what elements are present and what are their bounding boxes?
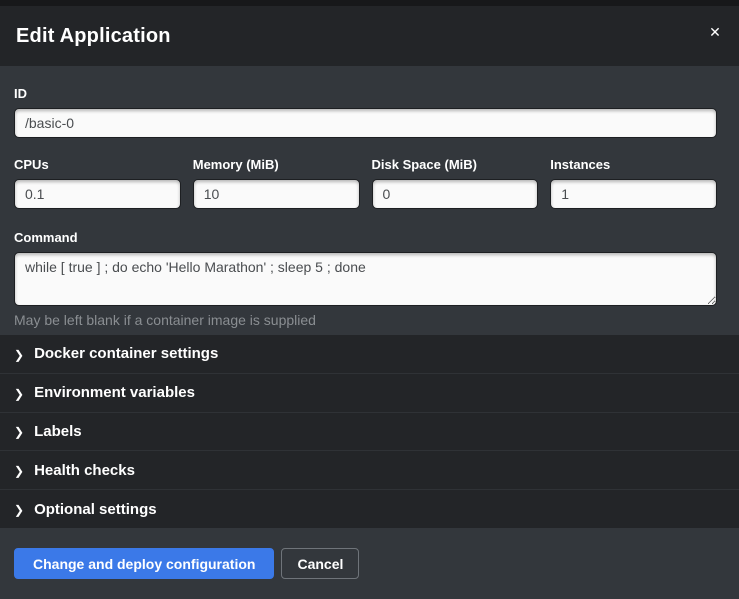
disk-field-group: Disk Space (MiB) <box>372 157 539 209</box>
section-label: Labels <box>34 423 82 440</box>
chevron-right-icon: ❯ <box>14 504 24 516</box>
command-label: Command <box>14 230 717 245</box>
section-environment-variables[interactable]: ❯ Environment variables <box>0 373 739 412</box>
memory-label: Memory (MiB) <box>193 157 360 172</box>
section-label: Optional settings <box>34 501 157 518</box>
command-field-group: Command while [ true ] ; do echo 'Hello … <box>14 230 717 328</box>
section-docker-container-settings[interactable]: ❯ Docker container settings <box>0 335 739 373</box>
id-input[interactable] <box>14 108 717 138</box>
chevron-right-icon: ❯ <box>14 465 24 477</box>
disk-input[interactable] <box>372 179 539 209</box>
modal-body: ID CPUs Memory (MiB) Disk Space (MiB) In… <box>0 66 739 335</box>
close-button[interactable]: ✕ <box>703 20 727 44</box>
instances-label: Instances <box>550 157 717 172</box>
section-optional-settings[interactable]: ❯ Optional settings <box>0 489 739 528</box>
disk-label: Disk Space (MiB) <box>372 157 539 172</box>
memory-input[interactable] <box>193 179 360 209</box>
resources-row: CPUs Memory (MiB) Disk Space (MiB) Insta… <box>14 157 717 209</box>
modal-title: Edit Application <box>16 25 171 48</box>
section-label: Health checks <box>34 462 135 479</box>
collapsible-sections: ❯ Docker container settings ❯ Environmen… <box>0 335 739 528</box>
change-and-deploy-button[interactable]: Change and deploy configuration <box>14 548 274 579</box>
id-field-group: ID <box>14 86 717 138</box>
chevron-right-icon: ❯ <box>14 426 24 438</box>
cpus-label: CPUs <box>14 157 181 172</box>
cpus-field-group: CPUs <box>14 157 181 209</box>
section-labels[interactable]: ❯ Labels <box>0 412 739 451</box>
id-label: ID <box>14 86 717 101</box>
section-label: Environment variables <box>34 384 195 401</box>
modal-footer: Change and deploy configuration Cancel <box>0 528 739 599</box>
cpus-input[interactable] <box>14 179 181 209</box>
cancel-button[interactable]: Cancel <box>281 548 359 579</box>
memory-field-group: Memory (MiB) <box>193 157 360 209</box>
section-health-checks[interactable]: ❯ Health checks <box>0 450 739 489</box>
instances-input[interactable] <box>550 179 717 209</box>
instances-field-group: Instances <box>550 157 717 209</box>
modal-header: Edit Application ✕ <box>0 6 739 66</box>
command-help-text: May be left blank if a container image i… <box>14 312 717 328</box>
command-textarea[interactable]: while [ true ] ; do echo 'Hello Marathon… <box>14 252 717 306</box>
section-label: Docker container settings <box>34 345 218 362</box>
chevron-right-icon: ❯ <box>14 388 24 400</box>
chevron-right-icon: ❯ <box>14 349 24 361</box>
edit-application-modal: Edit Application ✕ ID CPUs Memory (MiB) … <box>0 0 739 599</box>
close-icon: ✕ <box>709 24 721 40</box>
